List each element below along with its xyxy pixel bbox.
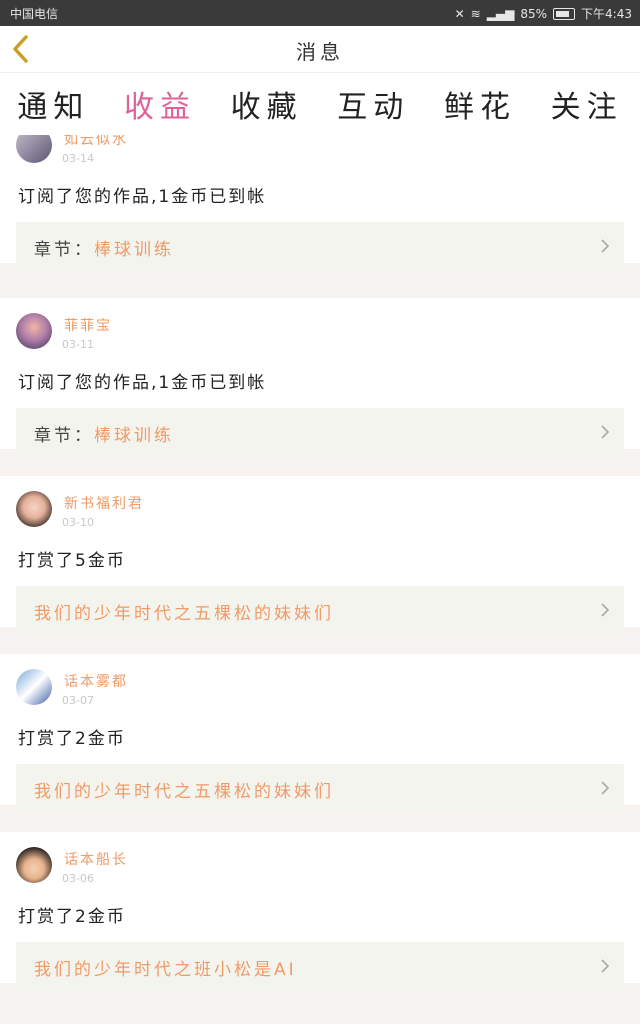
tab-favorites[interactable]: 收藏 xyxy=(227,82,307,126)
avatar[interactable] xyxy=(16,669,52,705)
clock: 下午4:43 xyxy=(581,7,632,21)
user-name[interactable]: 话本船长 xyxy=(64,849,128,869)
work-link[interactable]: 我们的少年时代之五棵松的妹妹们 xyxy=(16,764,624,812)
status-bar: 中国电信 ✕ ≋ ▂▄▆ 85% 下午4:43 xyxy=(0,0,640,26)
message-date: 03-10 xyxy=(62,516,94,529)
work-link[interactable]: 我们的少年时代之班小松是AI xyxy=(16,942,624,990)
message-date: 03-07 xyxy=(62,694,94,707)
work-title: 我们的少年时代之五棵松的妹妹们 xyxy=(34,782,334,802)
user-name[interactable]: 话本雾都 xyxy=(64,671,128,691)
battery-icon xyxy=(553,7,576,20)
status-icons: ✕ ≋ ▂▄▆ 85% 下午4:43 xyxy=(455,5,632,22)
tab-earnings[interactable]: 收益 xyxy=(120,82,200,142)
avatar[interactable] xyxy=(16,491,52,527)
message-text: 打赏了2金币 xyxy=(18,907,126,927)
message-date: 03-14 xyxy=(62,152,94,165)
chevron-right-icon xyxy=(601,959,610,973)
tab-follows[interactable]: 关注 xyxy=(547,82,627,126)
list-item[interactable]: 如云似水 03-14 订阅了您的作品,1金币已到帐 章节：棒球训练 xyxy=(0,135,640,270)
ref-title: 棒球训练 xyxy=(94,426,174,446)
app-header: 消息 xyxy=(0,26,640,73)
user-name[interactable]: 菲菲宝 xyxy=(64,315,112,335)
signal-icon: ▂▄▆ xyxy=(486,6,515,21)
user-name[interactable]: 如云似水 xyxy=(64,135,128,149)
tab-notifications[interactable]: 通知 xyxy=(13,82,93,126)
user-name[interactable]: 新书福利君 xyxy=(64,493,144,513)
work-title: 我们的少年时代之五棵松的妹妹们 xyxy=(34,604,334,624)
chapter-text: 章节：棒球训练 xyxy=(34,235,174,260)
tab-flowers[interactable]: 鲜花 xyxy=(440,82,520,126)
message-date: 03-11 xyxy=(62,338,94,351)
avatar[interactable] xyxy=(16,847,52,883)
chapter-link[interactable]: 章节：棒球训练 xyxy=(16,222,624,270)
chapter-link[interactable]: 章节：棒球训练 xyxy=(16,408,624,456)
work-title: 我们的少年时代之班小松是AI xyxy=(34,960,297,980)
ref-prefix: 章节： xyxy=(34,240,94,260)
message-text: 打赏了5金币 xyxy=(18,551,126,571)
work-link[interactable]: 我们的少年时代之五棵松的妹妹们 xyxy=(16,586,624,634)
chevron-right-icon xyxy=(601,781,610,795)
avatar[interactable] xyxy=(16,135,52,163)
message-date: 03-06 xyxy=(62,872,94,885)
avatar[interactable] xyxy=(16,313,52,349)
message-text: 订阅了您的作品,1金币已到帐 xyxy=(18,373,267,393)
battery-percent: 85% xyxy=(520,6,548,21)
tab-interactions[interactable]: 互动 xyxy=(333,82,413,126)
chevron-right-icon xyxy=(601,425,610,439)
list-item[interactable]: 话本雾都 03-07 打赏了2金币 我们的少年时代之五棵松的妹妹们 xyxy=(0,654,640,812)
message-text: 订阅了您的作品,1金币已到帐 xyxy=(18,187,267,207)
carrier-label: 中国电信 xyxy=(10,7,59,21)
mute-icon: ✕ xyxy=(454,6,465,21)
message-text: 打赏了2金币 xyxy=(18,729,126,749)
wifi-icon: ≋ xyxy=(470,6,481,21)
page-title: 消息 xyxy=(296,40,344,64)
chevron-right-icon xyxy=(601,239,610,253)
ref-prefix: 章节： xyxy=(34,426,94,446)
earnings-list[interactable]: 如云似水 03-14 订阅了您的作品,1金币已到帐 章节：棒球训练 菲菲宝 03… xyxy=(0,135,640,1024)
tab-bar: 通知 收益 收藏 互动 鲜花 关注 xyxy=(0,73,640,142)
list-item[interactable]: 菲菲宝 03-11 订阅了您的作品,1金币已到帐 章节：棒球训练 xyxy=(0,298,640,456)
list-item[interactable]: 新书福利君 03-10 打赏了5金币 我们的少年时代之五棵松的妹妹们 xyxy=(0,476,640,634)
list-item[interactable]: 话本船长 03-06 打赏了2金币 我们的少年时代之班小松是AI xyxy=(0,832,640,990)
chapter-text: 章节：棒球训练 xyxy=(34,421,174,446)
ref-title: 棒球训练 xyxy=(94,240,174,260)
chevron-right-icon xyxy=(601,603,610,617)
